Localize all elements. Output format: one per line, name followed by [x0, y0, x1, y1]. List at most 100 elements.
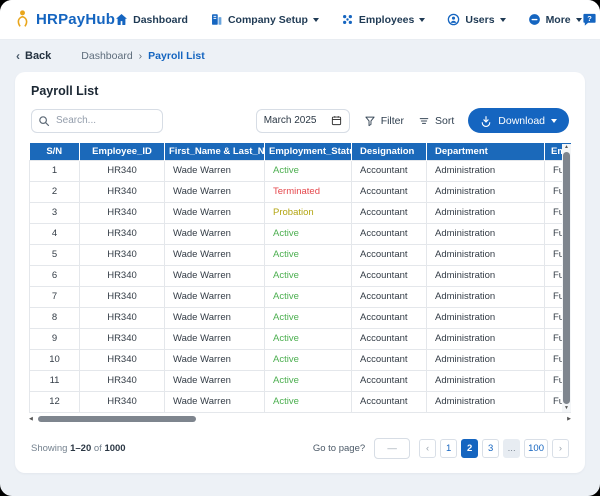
- cell-employee-id: HR340: [79, 306, 165, 329]
- more-icon: [528, 13, 541, 26]
- page-button-3[interactable]: 3: [482, 438, 500, 458]
- month-picker[interactable]: March 2025: [255, 108, 350, 133]
- cell-department: Administration: [426, 327, 545, 350]
- page-next-button[interactable]: ›: [552, 438, 569, 458]
- cell-department: Administration: [426, 159, 545, 182]
- nav-label: Dashboard: [133, 13, 188, 26]
- svg-text:?: ?: [587, 14, 592, 23]
- page-button-100[interactable]: 100: [524, 438, 548, 458]
- sort-button[interactable]: Sort: [418, 115, 454, 127]
- cell-name: Wade Warren: [164, 390, 265, 413]
- cell-designation: Accountant: [351, 201, 427, 224]
- vertical-scrollbar[interactable]: ▲ ▼: [562, 144, 571, 412]
- nav-item-employees[interactable]: Employees: [341, 13, 426, 26]
- cell-sn: 9: [29, 327, 80, 350]
- payroll-card: Payroll List March 2025: [15, 72, 585, 473]
- cell-designation: Accountant: [351, 390, 427, 413]
- col-header-department: Department: [426, 143, 545, 160]
- nav-label: Company Setup: [227, 13, 308, 26]
- scroll-left-icon[interactable]: ◀: [29, 416, 33, 422]
- cell-status: Active: [264, 222, 352, 245]
- payroll-table-body: 1 HR340 Wade Warren Active Accountant Adminis…: [29, 159, 571, 413]
- cell-name: Wade Warren: [164, 369, 265, 392]
- cell-status: Active: [264, 306, 352, 329]
- cell-employee-id: HR340: [79, 369, 165, 392]
- breadcrumb-current: Payroll List: [148, 50, 205, 62]
- cell-department: Administration: [426, 306, 545, 329]
- horizontal-scrollbar[interactable]: ◀ ▶: [29, 415, 571, 424]
- cell-department: Administration: [426, 201, 545, 224]
- page-button-1[interactable]: 1: [440, 438, 458, 458]
- filter-button[interactable]: Filter: [364, 115, 404, 127]
- cell-name: Wade Warren: [164, 264, 265, 287]
- search-box: [31, 108, 163, 133]
- nav-menu: Dashboard Company Setup Employees Users …: [115, 13, 582, 26]
- col-header-name: First_Name & Last_Name: [164, 143, 265, 160]
- horizontal-scrollbar-thumb[interactable]: [38, 416, 196, 422]
- cell-status: Active: [264, 369, 352, 392]
- cell-sn: 8: [29, 306, 80, 329]
- cell-sn: 3: [29, 201, 80, 224]
- cell-sn: 11: [29, 369, 80, 392]
- scroll-down-icon[interactable]: ▼: [564, 405, 569, 412]
- download-icon: [480, 115, 492, 127]
- cell-status: Active: [264, 243, 352, 266]
- nav-label: More: [545, 13, 571, 26]
- cell-sn: 10: [29, 348, 80, 371]
- nav-item-users[interactable]: Users: [447, 13, 506, 26]
- goto-page-input[interactable]: [374, 437, 411, 459]
- download-label: Download: [498, 114, 545, 127]
- nav-item-dashboard[interactable]: Dashboard: [115, 13, 188, 26]
- table-row: 5 HR340 Wade Warren Active Accountant Adminis…: [29, 243, 571, 266]
- back-button[interactable]: ‹ Back: [16, 49, 51, 63]
- cell-designation: Accountant: [351, 243, 427, 266]
- cell-sn: 2: [29, 180, 80, 203]
- cell-name: Wade Warren: [164, 243, 265, 266]
- cell-designation: Accountant: [351, 306, 427, 329]
- home-icon: [115, 13, 128, 26]
- goto-page-label: Go to page?: [312, 442, 366, 454]
- chevron-right-icon: ›: [138, 50, 143, 62]
- page-prev-button[interactable]: ‹: [419, 438, 437, 458]
- cell-name: Wade Warren: [164, 327, 265, 350]
- cell-department: Administration: [426, 348, 545, 371]
- app-window: HRPayHub Dashboard Company Setup Employe…: [0, 0, 600, 496]
- cell-department: Administration: [426, 243, 545, 266]
- cell-employee-id: HR340: [79, 327, 165, 350]
- cell-department: Administration: [426, 369, 545, 392]
- vertical-scrollbar-thumb[interactable]: [563, 152, 570, 404]
- scroll-up-icon[interactable]: ▲: [564, 144, 569, 151]
- showing-total: 1000: [104, 442, 126, 454]
- breadcrumb-dashboard[interactable]: Dashboard: [81, 50, 132, 62]
- cell-employee-id: HR340: [79, 348, 165, 371]
- table-row: 12 HR340 Wade Warren Active Accountant Admini…: [29, 390, 571, 413]
- payroll-table: S/N Employee_ID First_Name & Last_Name E…: [29, 143, 571, 413]
- cell-employee-id: HR340: [79, 390, 165, 413]
- nav-item-more[interactable]: More: [528, 13, 582, 26]
- scroll-right-icon[interactable]: ▶: [567, 416, 571, 422]
- cell-employee-id: HR340: [79, 222, 165, 245]
- cell-sn: 6: [29, 264, 80, 287]
- cell-employee-id: HR340: [79, 264, 165, 287]
- search-input[interactable]: [31, 108, 163, 133]
- cell-status: Active: [264, 264, 352, 287]
- cell-name: Wade Warren: [164, 180, 265, 203]
- cell-employee-id: HR340: [79, 201, 165, 224]
- nav-label: Employees: [358, 13, 415, 26]
- nav-item-company-setup[interactable]: Company Setup: [210, 13, 319, 26]
- cell-designation: Accountant: [351, 222, 427, 245]
- search-icon: [38, 115, 50, 127]
- cell-designation: Accountant: [351, 327, 427, 350]
- chevron-down-icon: [419, 18, 426, 22]
- table-header-row: S/N Employee_ID First_Name & Last_Name E…: [29, 143, 571, 160]
- page-button-2[interactable]: 2: [461, 438, 479, 458]
- cell-status: Terminated: [264, 180, 352, 203]
- brand-logo[interactable]: HRPayHub: [14, 9, 115, 30]
- cell-department: Administration: [426, 180, 545, 203]
- hrpayhub-logo-icon: [14, 9, 31, 30]
- help-chat-icon[interactable]: ?: [582, 12, 597, 27]
- cell-status: Probation: [264, 201, 352, 224]
- pagination: ‹ 1 2 3... 100 ›: [419, 438, 569, 458]
- download-button[interactable]: Download: [468, 108, 569, 133]
- table-row: 6 HR340 Wade Warren Active Accountant Adminis…: [29, 264, 571, 287]
